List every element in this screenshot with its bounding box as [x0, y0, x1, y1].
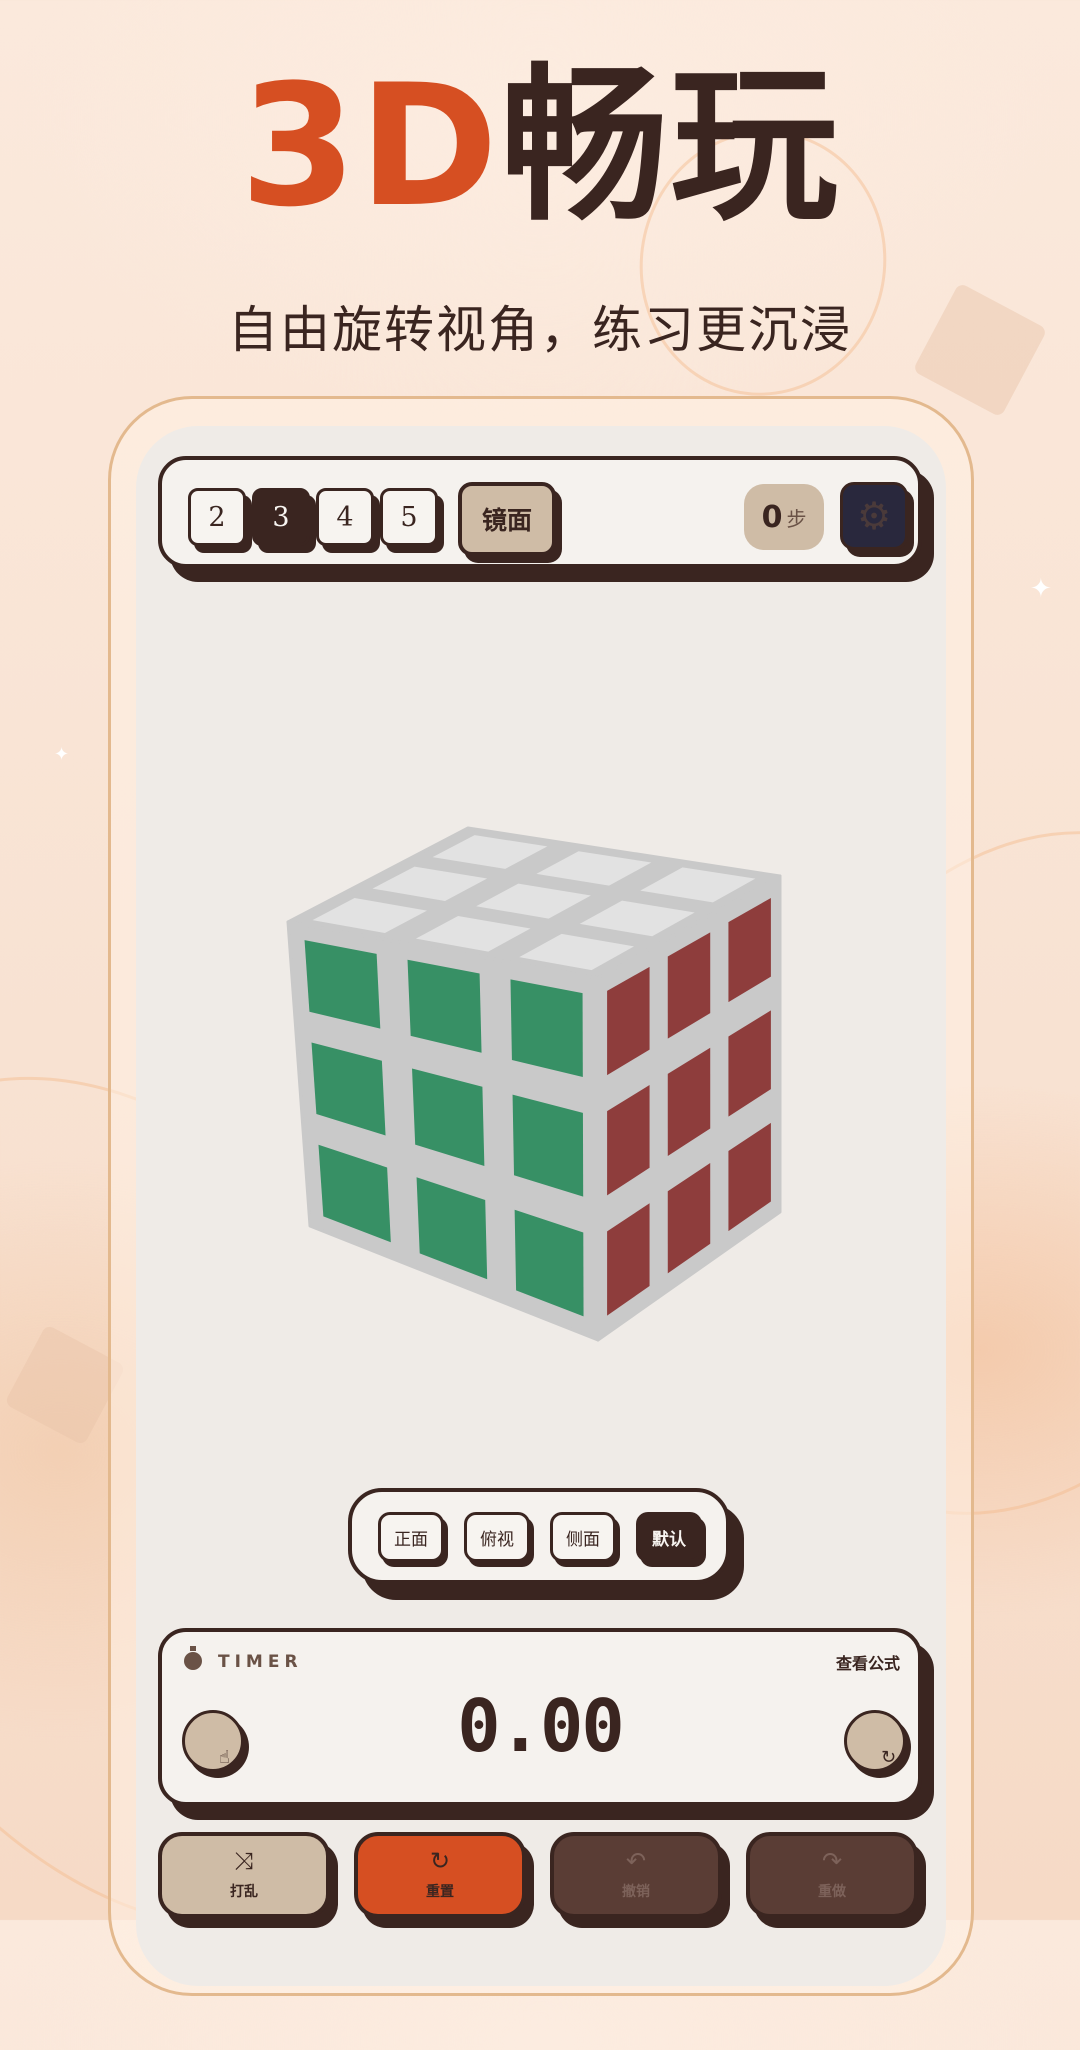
size-button-2[interactable]: 2	[188, 488, 246, 546]
view-top-button[interactable]: 俯视	[464, 1512, 530, 1562]
cube-toolbar: 2 3 4 5 镜面 0 步 ⚙	[158, 456, 922, 568]
timer-value: 0.00	[457, 1684, 624, 1768]
timer-label: TIMER	[218, 1652, 303, 1672]
view-side-button[interactable]: 侧面	[550, 1512, 616, 1562]
stopwatch-icon	[184, 1646, 202, 1670]
shuffle-icon: ⤨	[234, 1847, 254, 1875]
title-accent: 3D	[239, 48, 501, 244]
scramble-label: 打乱	[230, 1884, 258, 1900]
title-main: 畅玩	[500, 48, 841, 244]
steps-counter: 0 步	[744, 484, 824, 550]
gear-icon: ⚙	[856, 494, 892, 538]
mirror-button[interactable]: 镜面	[458, 482, 556, 556]
view-formula-link[interactable]: 查看公式	[836, 1650, 900, 1674]
sparkle-icon: ✦	[54, 744, 70, 765]
size-button-5[interactable]: 5	[380, 488, 438, 546]
scramble-button[interactable]: ⤨ 打乱	[158, 1832, 330, 1918]
reset-button[interactable]: ↻ 重置	[354, 1832, 526, 1918]
settings-button[interactable]: ⚙	[840, 482, 908, 550]
steps-count: 0	[761, 499, 783, 535]
hand-icon: ☝	[219, 1747, 230, 1768]
undo-icon: ↶	[625, 1847, 647, 1875]
page-title: 3D畅玩	[0, 62, 1080, 230]
steps-unit: 步	[786, 506, 807, 531]
size-button-3[interactable]: 3	[252, 488, 310, 546]
timer-left-button[interactable]: ☝	[182, 1710, 244, 1772]
undo-button[interactable]: ↶ 撤销	[550, 1832, 722, 1918]
timer-right-button[interactable]: ↻	[844, 1710, 906, 1772]
redo-button[interactable]: ↷ 重做	[746, 1832, 918, 1918]
undo-label: 撤销	[622, 1884, 650, 1900]
reset-label: 重置	[426, 1884, 454, 1900]
redo-label: 重做	[818, 1884, 846, 1900]
page-subtitle: 自由旋转视角，练习更沉浸	[228, 301, 852, 359]
view-default-button[interactable]: 默认	[636, 1512, 702, 1562]
view-selector: 正面 俯视 侧面 默认	[348, 1488, 730, 1584]
redo-icon: ↷	[821, 1847, 843, 1875]
sparkle-icon: ✦	[1030, 574, 1052, 604]
size-button-4[interactable]: 4	[316, 488, 374, 546]
refresh-icon: ↻	[881, 1747, 897, 1768]
view-front-button[interactable]: 正面	[378, 1512, 444, 1562]
reset-icon: ↻	[429, 1847, 451, 1875]
timer-panel: TIMER 查看公式 0.00 ☝ ↻	[158, 1628, 922, 1806]
